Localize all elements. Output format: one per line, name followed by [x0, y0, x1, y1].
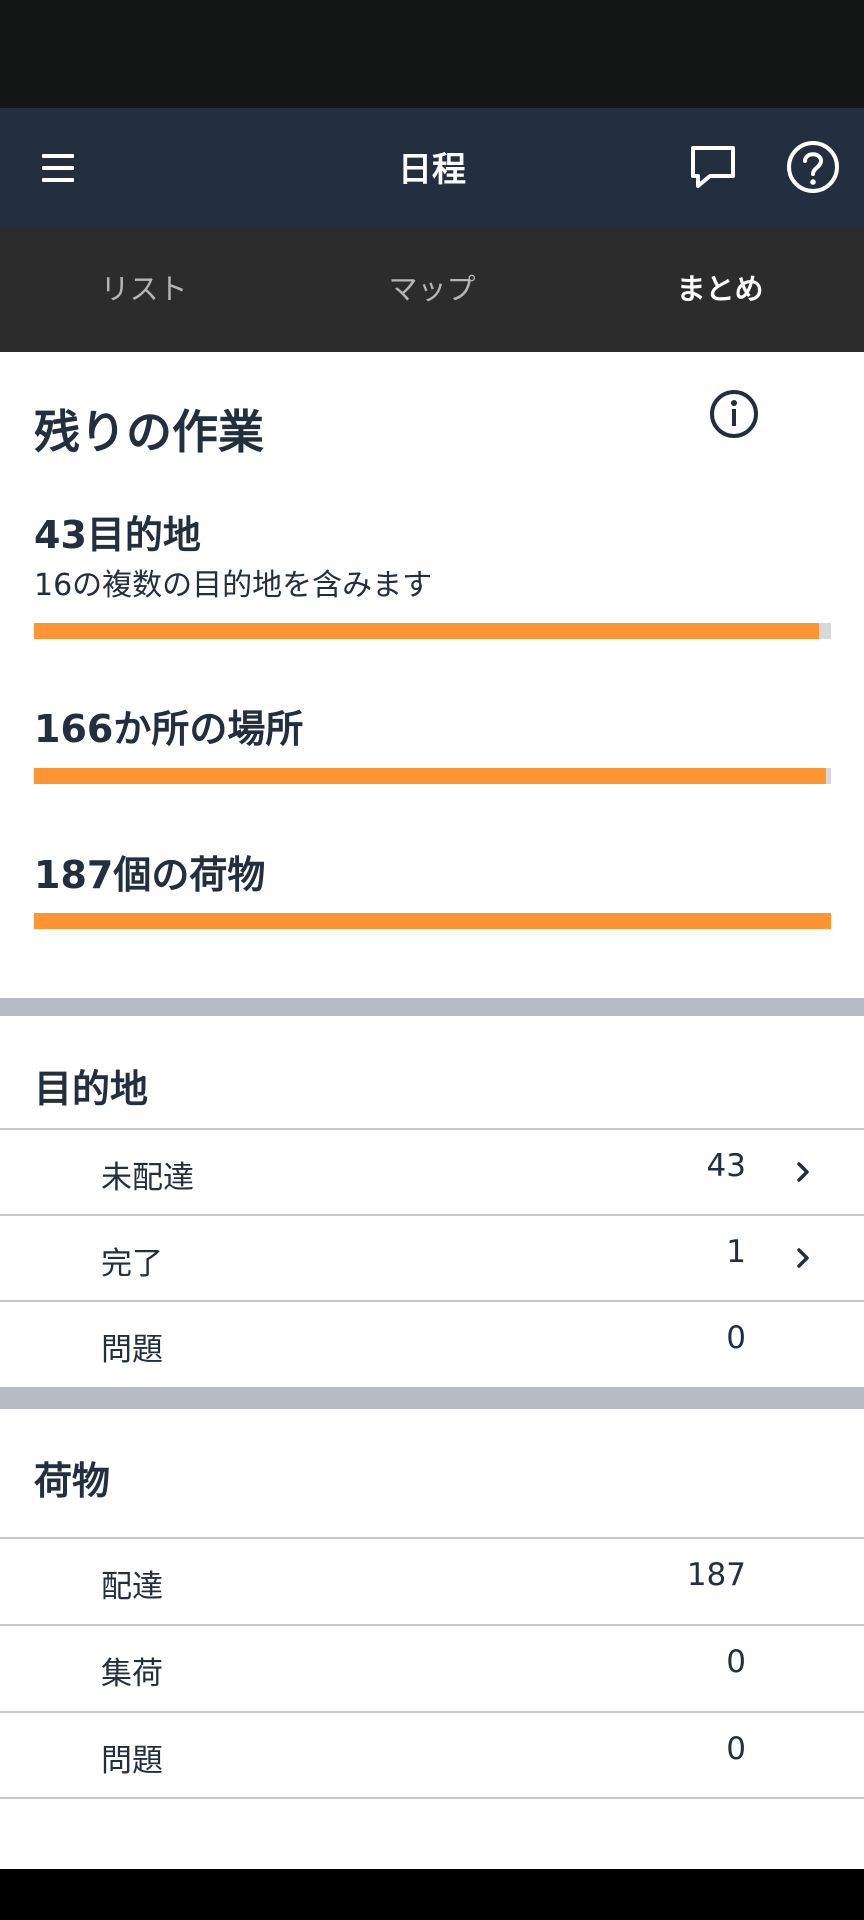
packages-progress-bar: [34, 913, 831, 929]
row-label: 配達: [101, 1569, 163, 1605]
row-value: 0: [726, 1644, 746, 1680]
help-icon[interactable]: [784, 138, 842, 196]
destinations-stat-title: 43目的地: [34, 513, 201, 557]
row-label: 未配達: [101, 1160, 194, 1196]
packages-row-problems: 問題 0: [0, 1713, 864, 1797]
tab-map[interactable]: マップ: [288, 227, 576, 352]
row-label: 問題: [101, 1743, 163, 1779]
packages-heading: 荷物: [34, 1459, 111, 1503]
packages-progress-fill: [34, 913, 831, 929]
tab-summary[interactable]: まとめ: [576, 227, 864, 352]
row-value: 0: [726, 1731, 746, 1767]
app-bar: 日程: [0, 108, 864, 227]
locations-stat-title: 166か所の場所: [34, 707, 304, 751]
row-separator: [0, 1797, 864, 1799]
row-label: 問題: [101, 1332, 163, 1368]
destinations-row-problems: 問題 0: [0, 1302, 864, 1386]
remaining-work-heading: 残りの作業: [34, 405, 264, 459]
packages-row-delivery: 配達 187: [0, 1539, 864, 1623]
section-divider: [0, 998, 864, 1016]
destinations-progress-bar: [34, 623, 831, 639]
chat-icon[interactable]: [684, 140, 742, 196]
row-label: 集荷: [101, 1656, 163, 1692]
destinations-stat-subtitle: 16の複数の目的地を含みます: [34, 568, 433, 603]
destinations-row-completed[interactable]: 完了 1: [0, 1216, 864, 1300]
locations-progress-fill: [34, 768, 827, 784]
chevron-right-icon: [797, 1248, 809, 1268]
tab-bar: リスト マップ まとめ: [0, 227, 864, 352]
row-value: 187: [686, 1557, 746, 1593]
packages-row-pickup: 集荷 0: [0, 1626, 864, 1710]
locations-progress-bar: [34, 768, 831, 784]
remaining-work-card: 残りの作業 43目的地 16の複数の目的地を含みます 166か所の場所 187個…: [0, 352, 864, 998]
row-value: 43: [706, 1148, 746, 1184]
row-label: 完了: [101, 1246, 163, 1282]
chevron-right-icon: [797, 1162, 809, 1182]
destinations-progress-fill: [34, 623, 820, 639]
row-value: 1: [726, 1234, 746, 1270]
row-value: 0: [726, 1320, 746, 1356]
section-divider: [0, 1387, 864, 1409]
status-bar: [0, 0, 864, 108]
tab-list[interactable]: リスト: [0, 227, 288, 352]
destinations-heading: 目的地: [34, 1067, 149, 1111]
system-nav-bar: [0, 1869, 864, 1920]
info-icon[interactable]: [708, 388, 760, 440]
packages-stat-title: 187個の荷物: [34, 853, 266, 897]
destinations-row-undelivered[interactable]: 未配達 43: [0, 1130, 864, 1214]
